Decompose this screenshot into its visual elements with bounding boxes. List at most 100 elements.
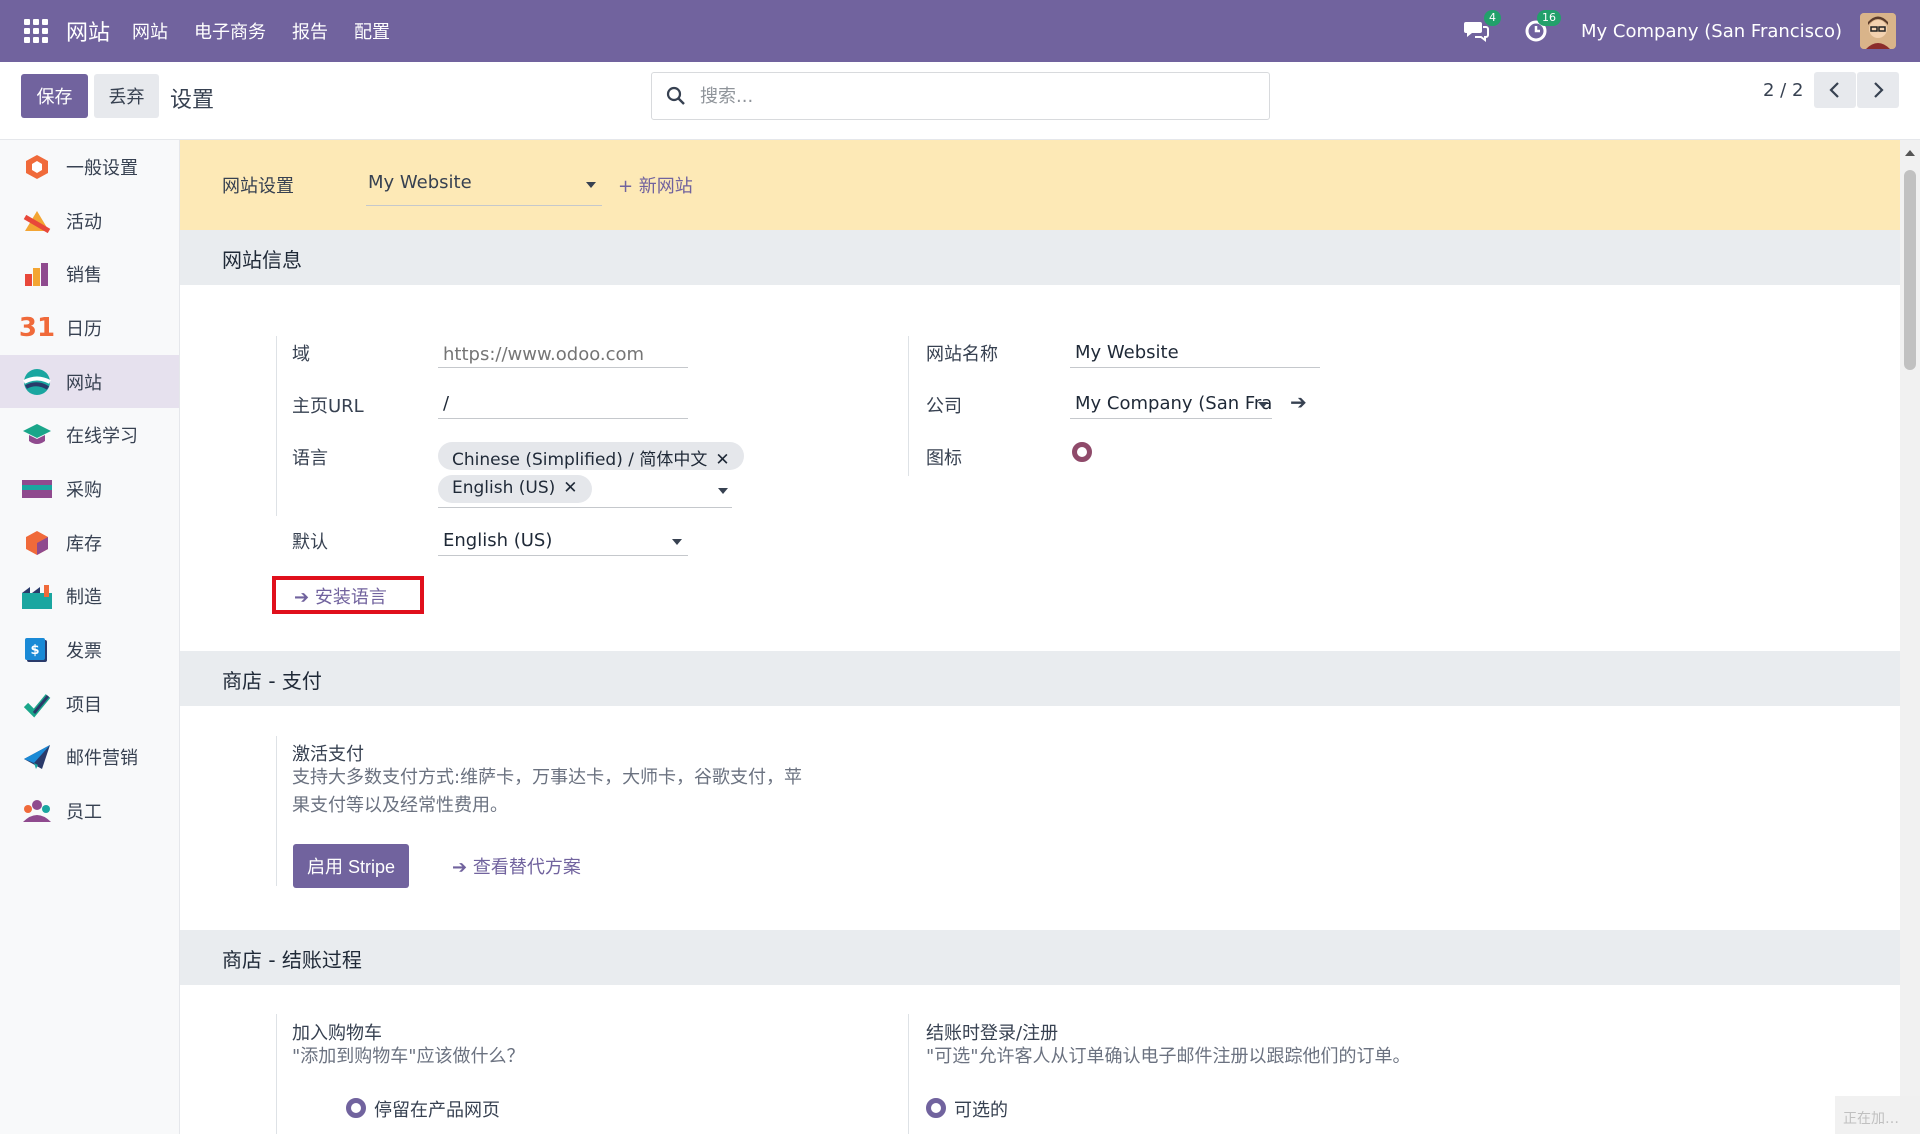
app-brand[interactable]: 网站 [66, 15, 110, 47]
domain-label: 域 [292, 344, 310, 365]
sidebar-item-sales[interactable]: 销售 [0, 247, 179, 301]
website-settings-banner: 网站设置 My Website + 新网站 [180, 140, 1900, 230]
menu-ecommerce[interactable]: 电子商务 [194, 18, 266, 44]
caret-down-icon [586, 182, 596, 188]
language-tag-english[interactable]: English (US) ✕ [438, 475, 592, 503]
language-tag-chinese[interactable]: Chinese (Simplified) / 简体中文 ✕ [438, 442, 744, 470]
favicon-image[interactable] [1072, 442, 1092, 462]
activity-icon [22, 206, 52, 236]
menu-configuration[interactable]: 配置 [354, 18, 390, 44]
language-tag-label: Chinese (Simplified) / 简体中文 [452, 450, 708, 470]
save-button[interactable]: 保存 [21, 74, 88, 118]
page-scrollbar[interactable] [1900, 140, 1920, 1134]
caret-down-icon [718, 488, 728, 494]
sidebar-item-label: 制造 [66, 587, 102, 609]
sidebar-item-elearning[interactable]: 在线学习 [0, 408, 179, 462]
sidebar-item-label: 一般设置 [66, 157, 138, 179]
sales-icon [22, 259, 52, 289]
pager-next-button[interactable] [1857, 72, 1899, 108]
project-icon [22, 689, 52, 719]
favicon-label: 图标 [926, 448, 962, 469]
sidebar-item-general-settings[interactable]: 一般设置 [0, 140, 179, 194]
homepage-url-field[interactable]: / [438, 387, 688, 419]
pager-previous-button[interactable] [1814, 72, 1856, 108]
sidebar-item-website[interactable]: 网站 [0, 354, 179, 409]
sidebar-item-invoice[interactable]: $ 发票 [0, 623, 179, 677]
default-language-value: English (US) [443, 530, 553, 551]
domain-field[interactable] [438, 336, 688, 368]
enable-stripe-button[interactable]: 启用 Stripe [293, 844, 410, 888]
default-language-select[interactable]: English (US) [438, 524, 688, 556]
checkout-right-divider [908, 1014, 909, 1134]
discard-button[interactable]: 丢弃 [94, 74, 159, 118]
activities-button[interactable]: 16 [1521, 10, 1562, 46]
calendar-icon: 31 [18, 312, 56, 343]
sidebar-item-inventory[interactable]: 库存 [0, 516, 179, 570]
website-info-left-divider [276, 336, 277, 516]
messages-button[interactable]: 4 [1461, 10, 1502, 46]
section-shop-checkout: 商店 - 结账过程 [180, 930, 1900, 985]
remove-tag-icon[interactable]: ✕ [715, 450, 729, 470]
languages-label: 语言 [292, 448, 328, 469]
install-language-link[interactable]: ➔ 安装语言 [294, 583, 387, 609]
menu-website[interactable]: 网站 [132, 18, 168, 44]
sidebar-item-employees[interactable]: 员工 [0, 784, 179, 838]
homepage-url-label: 主页URL [292, 396, 364, 417]
search-icon [666, 86, 685, 105]
top-navbar: 网站 网站 电子商务 报告 配置 4 16 My Company (San Fr… [0, 0, 1920, 62]
view-alternatives-link[interactable]: ➔ 查看替代方案 [452, 853, 581, 879]
new-website-button[interactable]: + 新网站 [618, 172, 693, 198]
stay-on-product-label[interactable]: 停留在产品网页 [374, 1096, 500, 1122]
arrow-right-icon: ➔ [452, 857, 468, 878]
scroll-up-icon[interactable] [1905, 150, 1915, 156]
section-shop-payment: 商店 - 支付 [180, 651, 1900, 706]
sidebar-item-calendar[interactable]: 31 日历 [0, 301, 179, 355]
remove-tag-icon[interactable]: ✕ [563, 478, 577, 498]
loading-status: 正在加… [1835, 1096, 1920, 1134]
manufacturing-icon [22, 581, 52, 611]
purchase-icon [22, 474, 52, 504]
website-name-label: 网站名称 [926, 344, 998, 365]
scroll-thumb[interactable] [1904, 170, 1916, 370]
user-avatar[interactable] [1860, 13, 1896, 49]
sidebar-item-email-marketing[interactable]: 邮件营销 [0, 731, 179, 785]
default-language-label: 默认 [292, 532, 328, 553]
employees-icon [22, 796, 52, 826]
sidebar-item-label: 采购 [66, 479, 102, 501]
sidebar-item-manufacturing[interactable]: 制造 [0, 570, 179, 624]
inventory-icon [22, 528, 52, 558]
sidebar-item-purchase[interactable]: 采购 [0, 462, 179, 516]
sidebar-item-label: 邮件营销 [66, 748, 138, 770]
company-external-link-icon[interactable]: ➔ [1290, 390, 1307, 414]
payment-description-line2: 果支付等以及经常性费用。 [292, 795, 508, 816]
search-input[interactable] [700, 85, 1240, 107]
invoice-icon: $ [22, 635, 52, 665]
elearning-icon [22, 420, 52, 450]
payment-divider [276, 736, 277, 886]
general-settings-icon [22, 152, 52, 182]
sidebar-item-label: 活动 [66, 211, 102, 233]
sidebar-item-activity[interactable]: 活动 [0, 194, 179, 248]
company-select[interactable]: My Company (San Fra [1070, 387, 1272, 419]
page-title: 设置 [170, 88, 215, 113]
sidebar-item-project[interactable]: 项目 [0, 677, 179, 731]
search-bar[interactable] [651, 72, 1270, 120]
pager-value[interactable]: 2 / 2 [1763, 80, 1803, 101]
app-grid-icon[interactable] [24, 19, 48, 43]
website-select[interactable]: My Website [366, 162, 602, 206]
activities-badge: 16 [1537, 10, 1562, 26]
messages-badge: 4 [1484, 10, 1502, 26]
settings-content: 网站设置 My Website + 新网站 网站信息 域 主页URL / 语言 … [180, 140, 1900, 1134]
website-name-field[interactable]: My Website [1070, 336, 1320, 368]
company-switcher[interactable]: My Company (San Francisco) [1581, 21, 1842, 42]
menu-reporting[interactable]: 报告 [292, 18, 328, 44]
optional-login-label[interactable]: 可选的 [954, 1096, 1008, 1122]
checkout-login-title: 结账时登录/注册 [926, 1023, 1059, 1044]
optional-login-radio[interactable] [926, 1098, 946, 1118]
stay-on-product-radio[interactable] [346, 1098, 366, 1118]
email-marketing-icon [22, 742, 52, 772]
language-tag-label: English (US) [452, 478, 556, 498]
chevron-right-icon [1874, 82, 1884, 98]
company-label: 公司 [926, 396, 962, 417]
sidebar-item-label: 网站 [66, 372, 102, 394]
